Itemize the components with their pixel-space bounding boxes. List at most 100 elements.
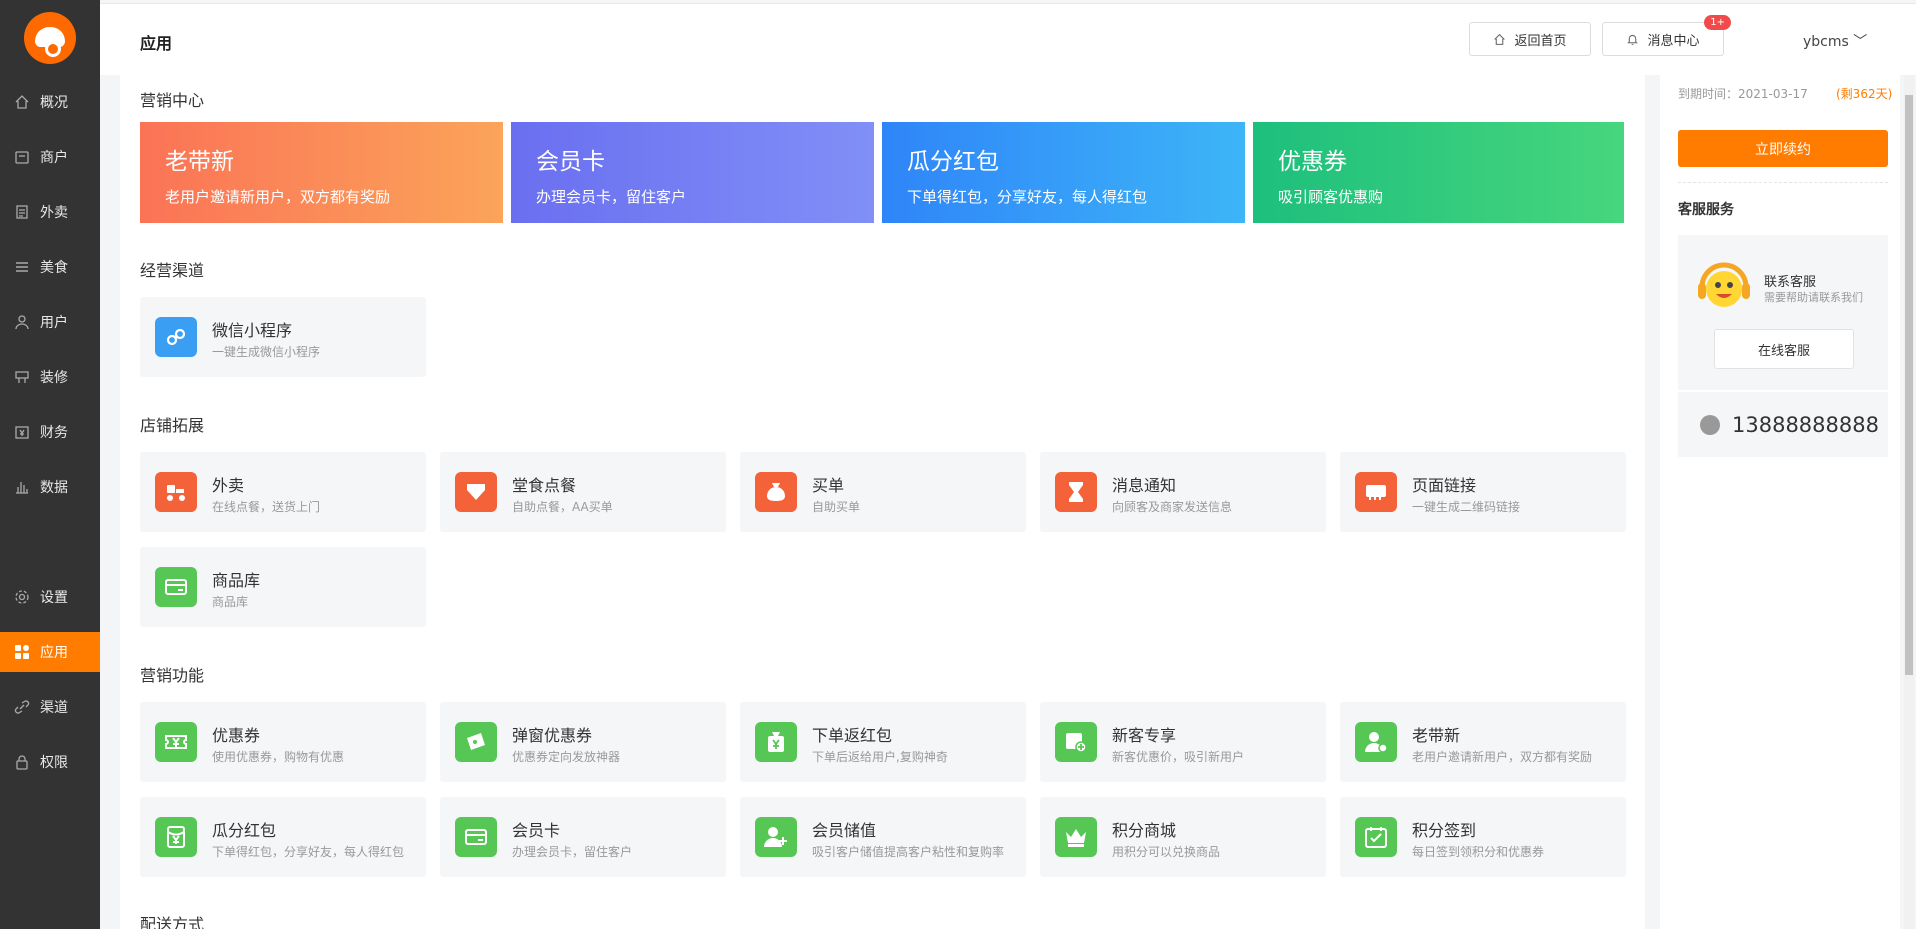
section-title-marketing-center: 营销中心 [140, 91, 205, 110]
app-card-title: 微信小程序 [212, 321, 293, 340]
message-center-button[interactable]: 消息中心 1+ [1602, 15, 1731, 56]
app-card-title: 新客专享 [1112, 726, 1177, 745]
page-link-icon [1355, 472, 1397, 512]
app-card-desc: 新客优惠价，吸引新用户 [1112, 750, 1245, 764]
sidebar-item-apps[interactable]: 应用 [0, 632, 100, 672]
online-service-button[interactable]: 在线客服 [1714, 329, 1854, 369]
hourglass-icon [1055, 472, 1097, 512]
app-card-checkout[interactable]: 买单 自助买单 [740, 452, 1026, 532]
promo-banner-member-card[interactable]: 会员卡 办理会员卡，留住客户 [511, 122, 874, 223]
app-card-wechat-miniprogram[interactable]: 微信小程序 一键生成微信小程序 [140, 297, 426, 377]
store-icon [14, 149, 30, 165]
sidebar-item-label: 商户 [40, 150, 68, 166]
sidebar-item-label: 概况 [40, 95, 68, 111]
app-card-member-card[interactable]: 会员卡 办理会员卡，留住客户 [440, 797, 726, 877]
sidebar-item-label: 财务 [40, 425, 68, 441]
home-icon [14, 94, 30, 110]
app-card-page-link[interactable]: 页面链接 一键生成二维码链接 [1340, 452, 1626, 532]
scrollbar[interactable] [1904, 75, 1914, 929]
app-card-order-red-packet[interactable]: 下单返红包 下单后返给用户,复购神奇 [740, 702, 1026, 782]
top-bar: 应用 返回首页 消息中心 1+ ybcms ﹀ [100, 3, 1916, 75]
app-card-desc: 吸引客户储值提高客户粘性和复购率 [812, 845, 1005, 859]
app-card-desc: 一键生成微信小程序 [212, 345, 321, 359]
logo[interactable] [24, 12, 76, 64]
app-card-points-mall[interactable]: 积分商城 用积分可以兑换商品 [1040, 797, 1326, 877]
app-card-desc: 商品库 [212, 595, 249, 609]
app-card-new-customer[interactable]: 新客专享 新客优惠价，吸引新用户 [1040, 702, 1326, 782]
app-card-title: 消息通知 [1112, 476, 1177, 495]
sidebar-item-overview[interactable]: 概况 [0, 82, 100, 122]
app-card-title: 积分商城 [1112, 821, 1177, 840]
app-card-delivery[interactable]: 外卖 在线点餐，送货上门 [140, 452, 426, 532]
app-card-desc: 老用户邀请新用户，双方都有奖励 [1412, 750, 1593, 764]
app-card-dine-in[interactable]: 堂食点餐 自助点餐，AA买单 [440, 452, 726, 532]
apps-icon [14, 644, 30, 660]
decorate-icon [14, 369, 30, 385]
sidebar-item-label: 设置 [40, 590, 68, 606]
app-card-coupon[interactable]: 优惠券 使用优惠券，购物有优惠 [140, 702, 426, 782]
sidebar-item-label: 数据 [40, 480, 68, 496]
promo-subtitle: 办理会员卡，留住客户 [536, 188, 687, 206]
app-card-desc: 下单得红包，分享好友，每人得红包 [212, 845, 405, 859]
sidebar-item-channel[interactable]: 渠道 [0, 687, 100, 727]
promo-banner-referral[interactable]: 老带新 老用户邀请新用户，双方都有奖励 [140, 122, 503, 223]
lock-icon [14, 754, 30, 770]
app-card-desc: 向顾客及商家发送信息 [1112, 500, 1233, 514]
promo-title: 会员卡 [536, 149, 605, 175]
customer-service-title: 客服服务 [1678, 202, 1734, 218]
card-icon [455, 817, 497, 857]
dine-in-icon [455, 472, 497, 512]
app-card-title: 瓜分红包 [212, 821, 277, 840]
scrollbar-thumb[interactable] [1905, 95, 1913, 675]
section-title-delivery-methods: 配送方式 [140, 915, 205, 929]
app-card-desc: 办理会员卡，留住客户 [512, 845, 633, 859]
expire-date: 到期时间：2021-03-17 [1678, 87, 1808, 101]
sidebar-item-merchant[interactable]: 商户 [0, 137, 100, 177]
sidebar: 概况 商户 外卖 美食 用户 装修 财务 数据 设置 应用 渠道 权限 [0, 0, 100, 929]
phone-box: 13888888888 [1678, 392, 1888, 457]
promo-banner-coupon[interactable]: 优惠券 吸引顾客优惠购 [1253, 122, 1624, 223]
app-card-notification[interactable]: 消息通知 向顾客及商家发送信息 [1040, 452, 1326, 532]
popup-coupon-icon [455, 722, 497, 762]
sidebar-item-data[interactable]: 数据 [0, 467, 100, 507]
app-card-title: 堂食点餐 [512, 476, 577, 495]
referral-user-icon [1355, 722, 1397, 762]
crown-icon [1055, 817, 1097, 857]
app-card-product-library[interactable]: 商品库 商品库 [140, 547, 426, 627]
app-card-split-red-packet[interactable]: 瓜分红包 下单得红包，分享好友，每人得红包 [140, 797, 426, 877]
app-card-desc: 一键生成二维码链接 [1412, 500, 1521, 514]
return-home-button[interactable]: 返回首页 [1469, 22, 1591, 56]
right-panel: 到期时间：2021-03-17 (剩362天) 立即续约 客服服务 联系客服 需… [1660, 75, 1900, 929]
gear-icon [14, 589, 30, 605]
customer-service-box: 联系客服 需要帮助请联系我们 在线客服 [1678, 235, 1888, 390]
card-icon [155, 567, 197, 607]
coupon-icon [155, 722, 197, 762]
promo-subtitle: 老用户邀请新用户，双方都有奖励 [165, 188, 391, 206]
section-title-channels: 经营渠道 [140, 261, 205, 280]
wechat-miniprogram-icon [155, 317, 197, 357]
renew-button[interactable]: 立即续约 [1678, 130, 1888, 167]
app-card-popup-coupon[interactable]: 弹窗优惠券 优惠券定向发放神器 [440, 702, 726, 782]
user-menu[interactable]: ybcms ﹀ [1803, 31, 1867, 51]
sidebar-item-decorate[interactable]: 装修 [0, 357, 100, 397]
app-card-referral[interactable]: 老带新 老用户邀请新用户，双方都有奖励 [1340, 702, 1626, 782]
new-customer-icon [1055, 722, 1097, 762]
app-card-title: 会员储值 [812, 821, 877, 840]
sidebar-item-users[interactable]: 用户 [0, 302, 100, 342]
sidebar-item-settings[interactable]: 设置 [0, 577, 100, 617]
app-card-desc: 下单后返给用户,复购神奇 [812, 750, 948, 764]
app-card-title: 外卖 [212, 476, 245, 495]
app-card-desc: 优惠券定向发放神器 [512, 750, 621, 764]
app-card-member-deposit[interactable]: 会员储值 吸引客户储值提高客户粘性和复购率 [740, 797, 1026, 877]
document-icon [14, 204, 30, 220]
sidebar-item-delivery[interactable]: 外卖 [0, 192, 100, 232]
app-card-desc: 使用优惠券，购物有优惠 [212, 750, 345, 764]
promo-banner-red-packet[interactable]: 瓜分红包 下单得红包，分享好友，每人得红包 [882, 122, 1245, 223]
app-card-points-checkin[interactable]: 积分签到 每日签到领积分和优惠券 [1340, 797, 1626, 877]
contact-service-desc: 需要帮助请联系我们 [1764, 291, 1863, 304]
sidebar-item-finance[interactable]: 财务 [0, 412, 100, 452]
money-bag-icon [755, 472, 797, 512]
app-card-title: 优惠券 [212, 726, 261, 745]
sidebar-item-permission[interactable]: 权限 [0, 742, 100, 782]
sidebar-item-food[interactable]: 美食 [0, 247, 100, 287]
